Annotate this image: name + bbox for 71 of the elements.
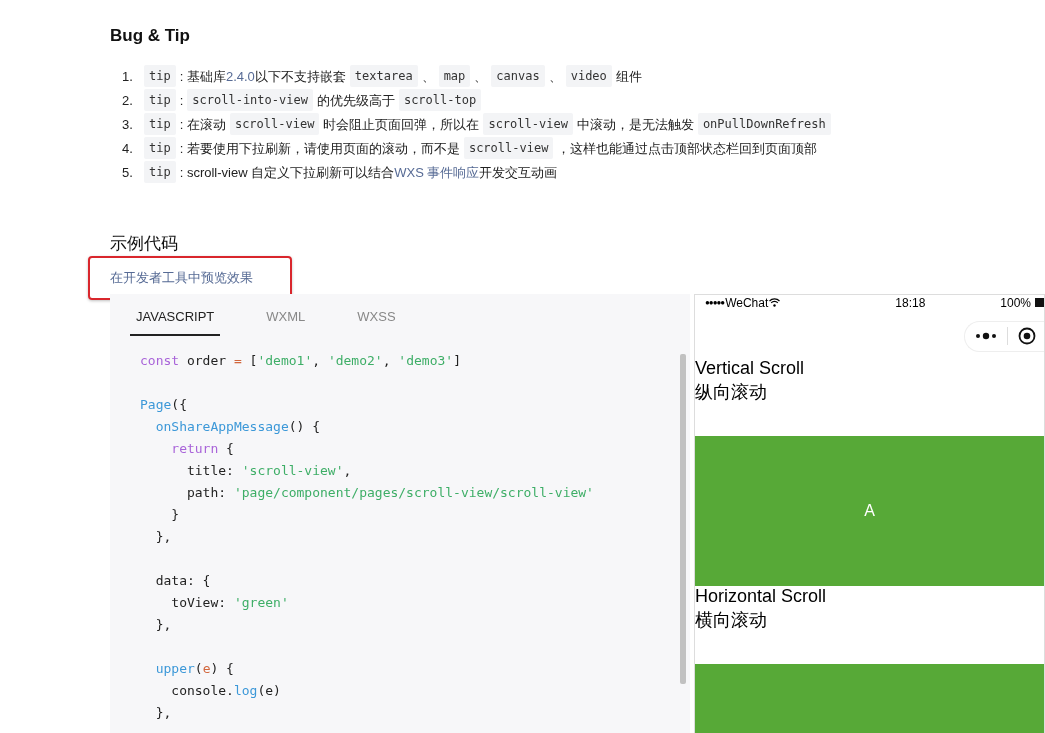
- code-line: Page({: [140, 397, 187, 413]
- tip-text: 组件: [615, 67, 642, 86]
- code-snippet: tip: [144, 113, 176, 136]
- tip-text: :: [179, 91, 184, 110]
- code-line: path: 'page/component/pages/scroll-view/scroll-view': [185, 485, 594, 501]
- list-number: 2.: [122, 91, 134, 110]
- text-link[interactable]: 2.4.0: [225, 66, 255, 87]
- tip-text: 中滚动，是无法触发: [576, 115, 694, 134]
- code-snippet: scroll-view: [463, 137, 554, 160]
- code-snippet: textarea: [349, 65, 418, 88]
- code-line: toView: 'green': [170, 595, 289, 611]
- code-tab[interactable]: WXSS: [351, 305, 402, 337]
- code-tab[interactable]: WXML: [260, 305, 312, 337]
- code-line: data: {: [154, 573, 211, 589]
- tip-text: 开发交互动画: [479, 163, 558, 182]
- list-number: 1.: [122, 67, 134, 86]
- tip-text: 以下不支持嵌套: [254, 67, 346, 86]
- code-line: onShareAppMessage() {: [154, 419, 321, 435]
- section-title: Horizontal Scroll: [695, 584, 828, 608]
- code-line: return {: [170, 441, 234, 457]
- code-snippet: map: [438, 65, 471, 88]
- list-number: 5.: [122, 163, 134, 182]
- tip-text: 时会阻止页面回弹，所以在: [323, 115, 480, 134]
- code-snippet: scroll-top: [398, 89, 482, 112]
- code-snippet: tip: [144, 65, 176, 88]
- code-line: },: [154, 529, 172, 545]
- tip-text: : 在滚动: [179, 115, 226, 134]
- code-line: },: [154, 705, 172, 721]
- text-link[interactable]: WXS 事件响应: [394, 162, 480, 183]
- more-icon[interactable]: [975, 332, 997, 341]
- code-tab[interactable]: JAVASCRIPT: [130, 305, 221, 337]
- tip-text: 、: [474, 67, 488, 86]
- signal-dots: ●●●●●: [705, 296, 725, 309]
- list-number: 3.: [122, 115, 134, 134]
- code-snippet: scroll-view: [229, 113, 320, 136]
- section-heading: 示例代码: [110, 234, 179, 255]
- code-snippet: tip: [144, 161, 176, 184]
- code-snippet: tip: [144, 89, 176, 112]
- tip-text: : 基础库: [179, 67, 226, 86]
- code-snippet: video: [565, 65, 612, 88]
- tip-text: 、: [548, 67, 562, 86]
- wifi-icon: [769, 298, 781, 308]
- code-snippet: tip: [144, 137, 176, 160]
- section-title: Vertical Scroll: [695, 356, 806, 380]
- scrollbar[interactable]: [680, 353, 686, 684]
- code-line: }: [170, 507, 180, 523]
- tip-text: 的优先级高于: [316, 91, 395, 110]
- list-number: 4.: [122, 139, 134, 158]
- code-snippet: scroll-view: [483, 113, 573, 136]
- section-heading: Bug & Tip: [110, 26, 191, 47]
- code-line: },: [154, 617, 172, 633]
- code-snippet: onPullDownRefresh: [697, 113, 831, 136]
- code-line: console.log(e): [170, 683, 281, 699]
- battery-icon: [1035, 298, 1044, 308]
- block-label: A: [864, 500, 875, 521]
- status-time: 18:18: [895, 294, 926, 312]
- carrier-name: WeChat: [725, 294, 769, 312]
- section-subtitle: 横向滚动: [695, 608, 768, 632]
- battery-percent: 100%: [1000, 294, 1031, 312]
- section-subtitle: 纵向滚动: [695, 380, 768, 404]
- code-snippet: scroll-into-view: [187, 89, 313, 112]
- code-line: upper(e) {: [154, 661, 234, 677]
- tip-text: : scroll-view 自定义下拉刷新可以结合: [179, 163, 395, 182]
- code-line: const order = ['demo1', 'demo2', 'demo3']: [140, 353, 461, 369]
- code-snippet: canvas: [491, 65, 545, 88]
- tip-text: : 若要使用下拉刷新，请使用页面的滚动，而不是: [179, 139, 460, 158]
- preview-link[interactable]: 在开发者工具中预览效果: [110, 268, 253, 288]
- tip-text: 、: [421, 67, 435, 86]
- tip-text: ，这样也能通过点击顶部状态栏回到页面顶部: [557, 139, 818, 158]
- target-icon[interactable]: [1018, 327, 1036, 346]
- code-line: title: 'scroll-view',: [185, 463, 352, 479]
